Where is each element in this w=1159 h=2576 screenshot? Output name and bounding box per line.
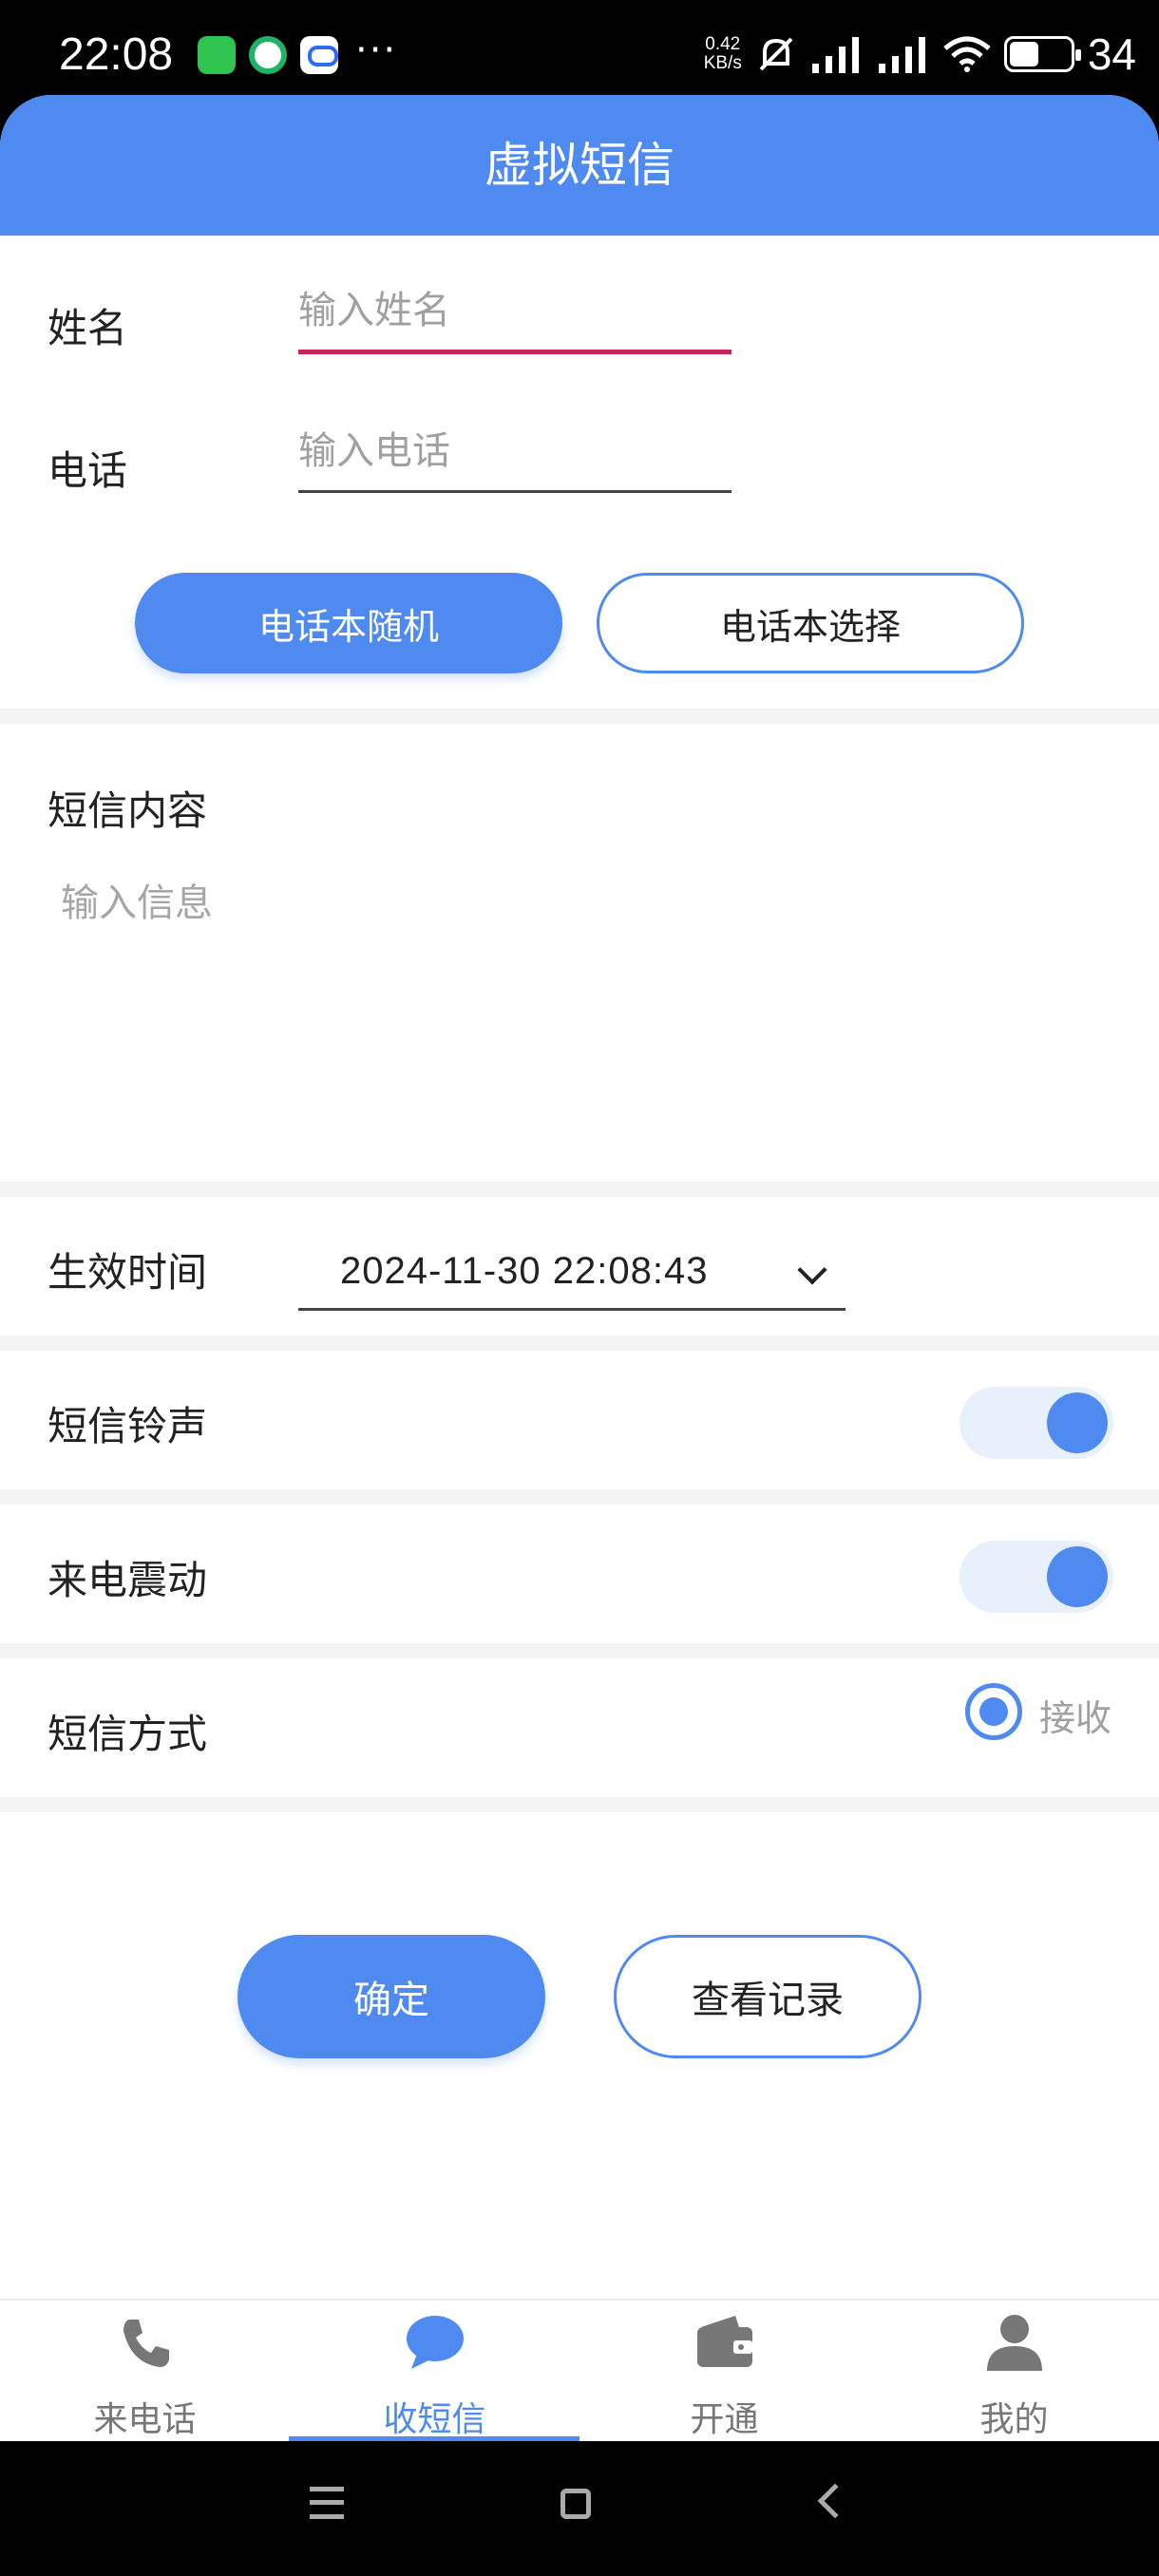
confirm-button[interactable]: 确定: [238, 1935, 545, 2058]
net-speed: 0.42 KB/s: [704, 35, 742, 73]
nav-label: 来电话: [93, 2400, 197, 2439]
nav-item-incoming-call[interactable]: 来电话: [0, 2301, 290, 2443]
battery-level: 34: [1087, 29, 1136, 79]
random-contact-button[interactable]: 电话本随机: [135, 573, 562, 673]
name-input[interactable]: [298, 289, 732, 354]
nav-item-profile[interactable]: 我的: [869, 2301, 1159, 2443]
effective-time-label: 生效时间: [48, 1249, 208, 1296]
phone-label: 电话: [48, 447, 128, 494]
signal-1-icon: [811, 37, 859, 73]
page-title: 虚拟短信: [0, 95, 1159, 236]
section-divider: [0, 1335, 1159, 1351]
select-contact-button[interactable]: 电话本选择: [597, 573, 1024, 673]
status-bar: 22:08 ··· 0.42 KB/s 34: [0, 0, 1159, 95]
status-right: 0.42 KB/s 34: [704, 28, 1136, 80]
signal-2-icon: [878, 37, 925, 73]
status-time: 22:08: [59, 29, 174, 80]
effective-time-select[interactable]: 2024-11-30 22:08:43: [298, 1235, 846, 1311]
user-icon: [986, 2315, 1042, 2371]
ringtone-label: 短信铃声: [48, 1403, 208, 1449]
wechat-icon: [198, 36, 236, 74]
vibrate-label: 来电震动: [48, 1557, 208, 1603]
ringtone-toggle[interactable]: [960, 1387, 1113, 1459]
phone-icon: [123, 2320, 169, 2367]
view-records-button[interactable]: 查看记录: [614, 1935, 922, 2058]
sms-mode-label: 短信方式: [48, 1711, 208, 1757]
battery-icon: [1003, 36, 1081, 72]
chevron-down-icon: [797, 1255, 827, 1285]
more-notifications-icon: ···: [355, 28, 398, 72]
section-divider: [0, 1489, 1159, 1505]
net-speed-value: 0.42: [705, 34, 741, 54]
nav-label: 开通: [690, 2400, 759, 2439]
sms-mode-receive-label[interactable]: 接收: [1039, 1689, 1112, 1741]
bottom-nav: 来电话 收短信 开通 我的: [0, 2299, 1159, 2441]
menu-icon[interactable]: [310, 2487, 344, 2519]
app-ring-icon: [249, 36, 287, 74]
nav-label: 收短信: [383, 2400, 486, 2439]
vibrate-toggle[interactable]: [960, 1541, 1113, 1613]
message-label: 短信内容: [48, 787, 208, 834]
section-divider: [0, 1643, 1159, 1658]
wallet-icon: [696, 2316, 752, 2367]
phone-input[interactable]: [298, 429, 732, 493]
notification-icons: [198, 36, 338, 74]
cloud-app-icon: [300, 36, 338, 74]
name-label: 姓名: [48, 305, 128, 351]
net-speed-unit: KB/s: [703, 53, 742, 73]
section-divider: [0, 1797, 1159, 1812]
mute-bell-icon: [759, 37, 793, 71]
nav-label: 我的: [979, 2400, 1049, 2439]
nav-item-receive-sms[interactable]: 收短信: [290, 2301, 580, 2443]
home-icon[interactable]: [560, 2489, 591, 2519]
sms-mode-receive-radio[interactable]: [965, 1683, 1022, 1740]
effective-time-value: 2024-11-30 22:08:43: [340, 1250, 709, 1292]
message-input[interactable]: [61, 872, 1106, 1157]
section-divider: [0, 1182, 1159, 1197]
nav-item-activate[interactable]: 开通: [580, 2301, 869, 2443]
app-screen: 虚拟短信 姓名 电话 电话本随机 电话本选择 短信内容 生效时间 2024-11…: [0, 95, 1159, 2441]
system-nav-bar: [0, 2441, 1159, 2576]
wifi-icon: [943, 36, 991, 72]
section-divider: [0, 709, 1159, 724]
chat-bubble-icon: [406, 2316, 464, 2369]
back-icon[interactable]: [817, 2483, 853, 2519]
